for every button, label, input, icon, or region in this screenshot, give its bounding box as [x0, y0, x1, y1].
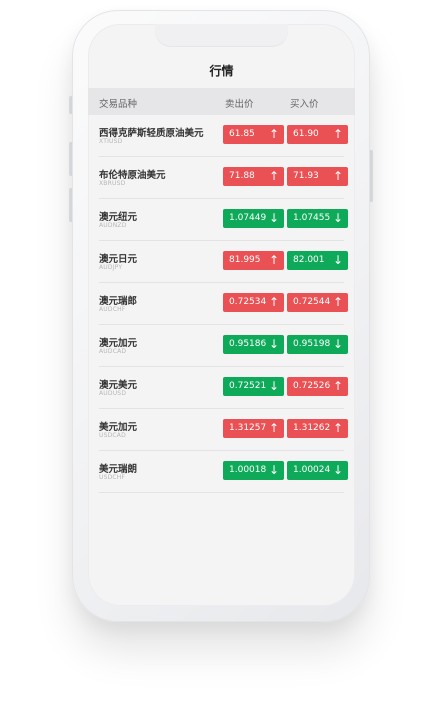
symbol-name: 西得克萨斯轻质原油美元	[99, 128, 204, 139]
symbol-code: AUDNZD	[99, 222, 127, 229]
symbol-code: AUDJPY	[99, 264, 123, 271]
arrow-down-icon: ↓	[332, 211, 343, 225]
table-header: 交易品种 卖出价 买入价	[88, 88, 355, 115]
arrow-down-icon: ↓	[268, 211, 279, 225]
quote-row[interactable]: 澳元瑞郎 AUDCHF 0.72534 ↑ 0.72544 ↑	[99, 283, 348, 325]
arrow-up-icon: ↑	[268, 421, 279, 435]
buy-price-value: 71.93	[293, 171, 319, 181]
arrow-down-icon: ↓	[268, 379, 279, 393]
phone-notch	[155, 24, 288, 46]
sell-price-button[interactable]: 0.72534 ↑	[223, 293, 284, 312]
sell-price-value: 81.995	[229, 255, 261, 265]
sell-price-button[interactable]: 61.85 ↑	[223, 125, 284, 144]
buy-price-button[interactable]: 1.07455 ↓	[287, 209, 348, 228]
sell-price-button[interactable]: 1.00018 ↓	[223, 461, 284, 480]
buy-price-button[interactable]: 0.95198 ↓	[287, 335, 348, 354]
column-header-sell: 卖出价	[225, 99, 254, 110]
sell-price-value: 1.07449	[229, 213, 267, 223]
sell-price-button[interactable]: 1.07449 ↓	[223, 209, 284, 228]
sell-price-button[interactable]: 71.88 ↑	[223, 167, 284, 186]
buy-price-value: 82.001	[293, 255, 325, 265]
sell-price-button[interactable]: 0.72521 ↓	[223, 377, 284, 396]
quote-row[interactable]: 美元加元 USDCAD 1.31257 ↑ 1.31262 ↑	[99, 409, 348, 451]
buy-price-button[interactable]: 61.90 ↑	[287, 125, 348, 144]
sell-price-button[interactable]: 81.995 ↑	[223, 251, 284, 270]
arrow-up-icon: ↑	[332, 421, 343, 435]
buy-price-button[interactable]: 0.72544 ↑	[287, 293, 348, 312]
arrow-up-icon: ↑	[268, 169, 279, 183]
buy-price-value: 0.95198	[293, 339, 331, 349]
quote-row[interactable]: 美元瑞朗 USDCHF 1.00018 ↓ 1.00024 ↓	[99, 451, 348, 493]
quote-row[interactable]: 澳元纽元 AUDNZD 1.07449 ↓ 1.07455 ↓	[99, 199, 348, 241]
symbol-code: AUDCAD	[99, 348, 127, 355]
sell-price-value: 1.00018	[229, 465, 267, 475]
symbol-name: 澳元美元	[99, 380, 138, 391]
symbol-code: AUDUSD	[99, 390, 127, 397]
arrow-down-icon: ↓	[332, 253, 343, 267]
arrow-up-icon: ↑	[332, 127, 343, 141]
arrow-down-icon: ↓	[332, 337, 343, 351]
sell-price-button[interactable]: 1.31257 ↑	[223, 419, 284, 438]
arrow-up-icon: ↑	[332, 295, 343, 309]
quote-row[interactable]: 西得克萨斯轻质原油美元 XTIUSD 61.85 ↑ 61.90 ↑	[99, 115, 348, 157]
sell-price-value: 1.31257	[229, 423, 267, 433]
quote-row[interactable]: 布伦特原油美元 XBRUSD 71.88 ↑ 71.93 ↑	[99, 157, 348, 199]
symbol-name: 澳元瑞郎	[99, 296, 138, 307]
quote-row[interactable]: 澳元加元 AUDCAD 0.95186 ↓ 0.95198 ↓	[99, 325, 348, 367]
column-header-buy: 买入价	[290, 99, 319, 110]
symbol-code: AUDCHF	[99, 306, 126, 313]
buy-price-button[interactable]: 82.001 ↓	[287, 251, 348, 270]
symbol-name: 布伦特原油美元	[99, 170, 166, 181]
sell-price-value: 0.72521	[229, 381, 267, 391]
symbol-name: 澳元纽元	[99, 212, 138, 223]
buy-price-value: 61.90	[293, 129, 319, 139]
symbol-code: USDCHF	[99, 474, 126, 481]
arrow-up-icon: ↑	[268, 127, 279, 141]
arrow-down-icon: ↓	[332, 463, 343, 477]
quote-row[interactable]: 澳元美元 AUDUSD 0.72521 ↓ 0.72526 ↑	[99, 367, 348, 409]
arrow-down-icon: ↓	[268, 463, 279, 477]
buy-price-button[interactable]: 1.00024 ↓	[287, 461, 348, 480]
symbol-name: 美元瑞朗	[99, 464, 138, 475]
arrow-up-icon: ↑	[268, 253, 279, 267]
symbol-name: 澳元加元	[99, 338, 138, 349]
symbol-code: XTIUSD	[99, 138, 123, 145]
buy-price-value: 1.00024	[293, 465, 331, 475]
quote-list: 西得克萨斯轻质原油美元 XTIUSD 61.85 ↑ 61.90 ↑ 布伦特原油美元 XBRU…	[88, 115, 355, 493]
symbol-code: USDCAD	[99, 432, 126, 439]
sell-price-button[interactable]: 0.95186 ↓	[223, 335, 284, 354]
quote-row[interactable]: 澳元日元 AUDJPY 81.995 ↑ 82.001 ↓	[99, 241, 348, 283]
arrow-down-icon: ↓	[268, 337, 279, 351]
column-header-symbol: 交易品种	[99, 99, 138, 110]
sell-price-value: 0.95186	[229, 339, 267, 349]
phone-screen: 行情 交易品种 卖出价 买入价 西得克萨斯轻质原油美元 XTIUSD 61.85 ↑ 6…	[88, 24, 355, 606]
arrow-up-icon: ↑	[268, 295, 279, 309]
sell-price-value: 0.72534	[229, 297, 267, 307]
symbol-code: XBRUSD	[99, 180, 126, 187]
buy-price-value: 1.07455	[293, 213, 331, 223]
buy-price-button[interactable]: 71.93 ↑	[287, 167, 348, 186]
symbol-name: 澳元日元	[99, 254, 138, 265]
symbol-name: 美元加元	[99, 422, 138, 433]
sell-price-value: 71.88	[229, 171, 255, 181]
sell-price-value: 61.85	[229, 129, 255, 139]
arrow-up-icon: ↑	[332, 379, 343, 393]
buy-price-value: 0.72526	[293, 381, 331, 391]
arrow-up-icon: ↑	[332, 169, 343, 183]
page-title: 行情	[209, 64, 234, 78]
buy-price-value: 0.72544	[293, 297, 331, 307]
buy-price-button[interactable]: 1.31262 ↑	[287, 419, 348, 438]
buy-price-button[interactable]: 0.72526 ↑	[287, 377, 348, 396]
buy-price-value: 1.31262	[293, 423, 331, 433]
